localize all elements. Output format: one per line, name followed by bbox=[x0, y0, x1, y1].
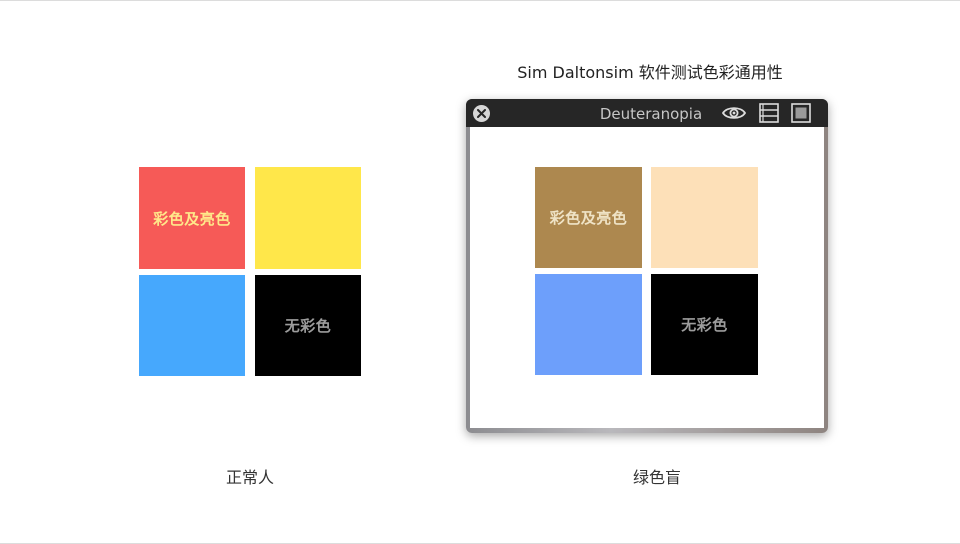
simulator-heading: Sim Daltonsim 软件测试色彩通用性 bbox=[517, 63, 783, 82]
close-icon[interactable] bbox=[473, 105, 490, 122]
normal-vision-caption: 正常人 bbox=[225, 468, 274, 487]
normal-yellow-swatch bbox=[255, 167, 361, 269]
window-titlebar[interactable]: Deuteranopia bbox=[466, 99, 828, 127]
simulated-blue-swatch bbox=[535, 274, 642, 375]
window-title: Deuteranopia bbox=[599, 105, 703, 123]
normal-black-swatch-label: 无彩色 bbox=[284, 317, 332, 335]
square-icon[interactable] bbox=[791, 103, 811, 123]
daltonsim-window: Deuteranopia 彩色及亮色 无彩色 bbox=[466, 99, 828, 433]
eye-icon[interactable] bbox=[721, 104, 747, 122]
top-border bbox=[0, 0, 960, 1]
normal-red-swatch: 彩色及亮色 bbox=[139, 167, 245, 269]
simulated-canvas: 彩色及亮色 无彩色 bbox=[470, 127, 824, 428]
normal-black-swatch: 无彩色 bbox=[255, 275, 361, 376]
simulated-yellow-swatch bbox=[651, 167, 758, 268]
deuteranopia-caption: 绿色盲 bbox=[632, 468, 681, 487]
normal-blue-swatch bbox=[139, 275, 245, 376]
simulated-black-swatch: 无彩色 bbox=[651, 274, 758, 375]
list-icon[interactable] bbox=[759, 103, 779, 123]
simulated-red-swatch-label: 彩色及亮色 bbox=[549, 209, 628, 227]
normal-red-swatch-label: 彩色及亮色 bbox=[153, 209, 231, 228]
simulated-black-swatch-label: 无彩色 bbox=[681, 316, 728, 334]
simulated-red-swatch: 彩色及亮色 bbox=[535, 167, 642, 268]
